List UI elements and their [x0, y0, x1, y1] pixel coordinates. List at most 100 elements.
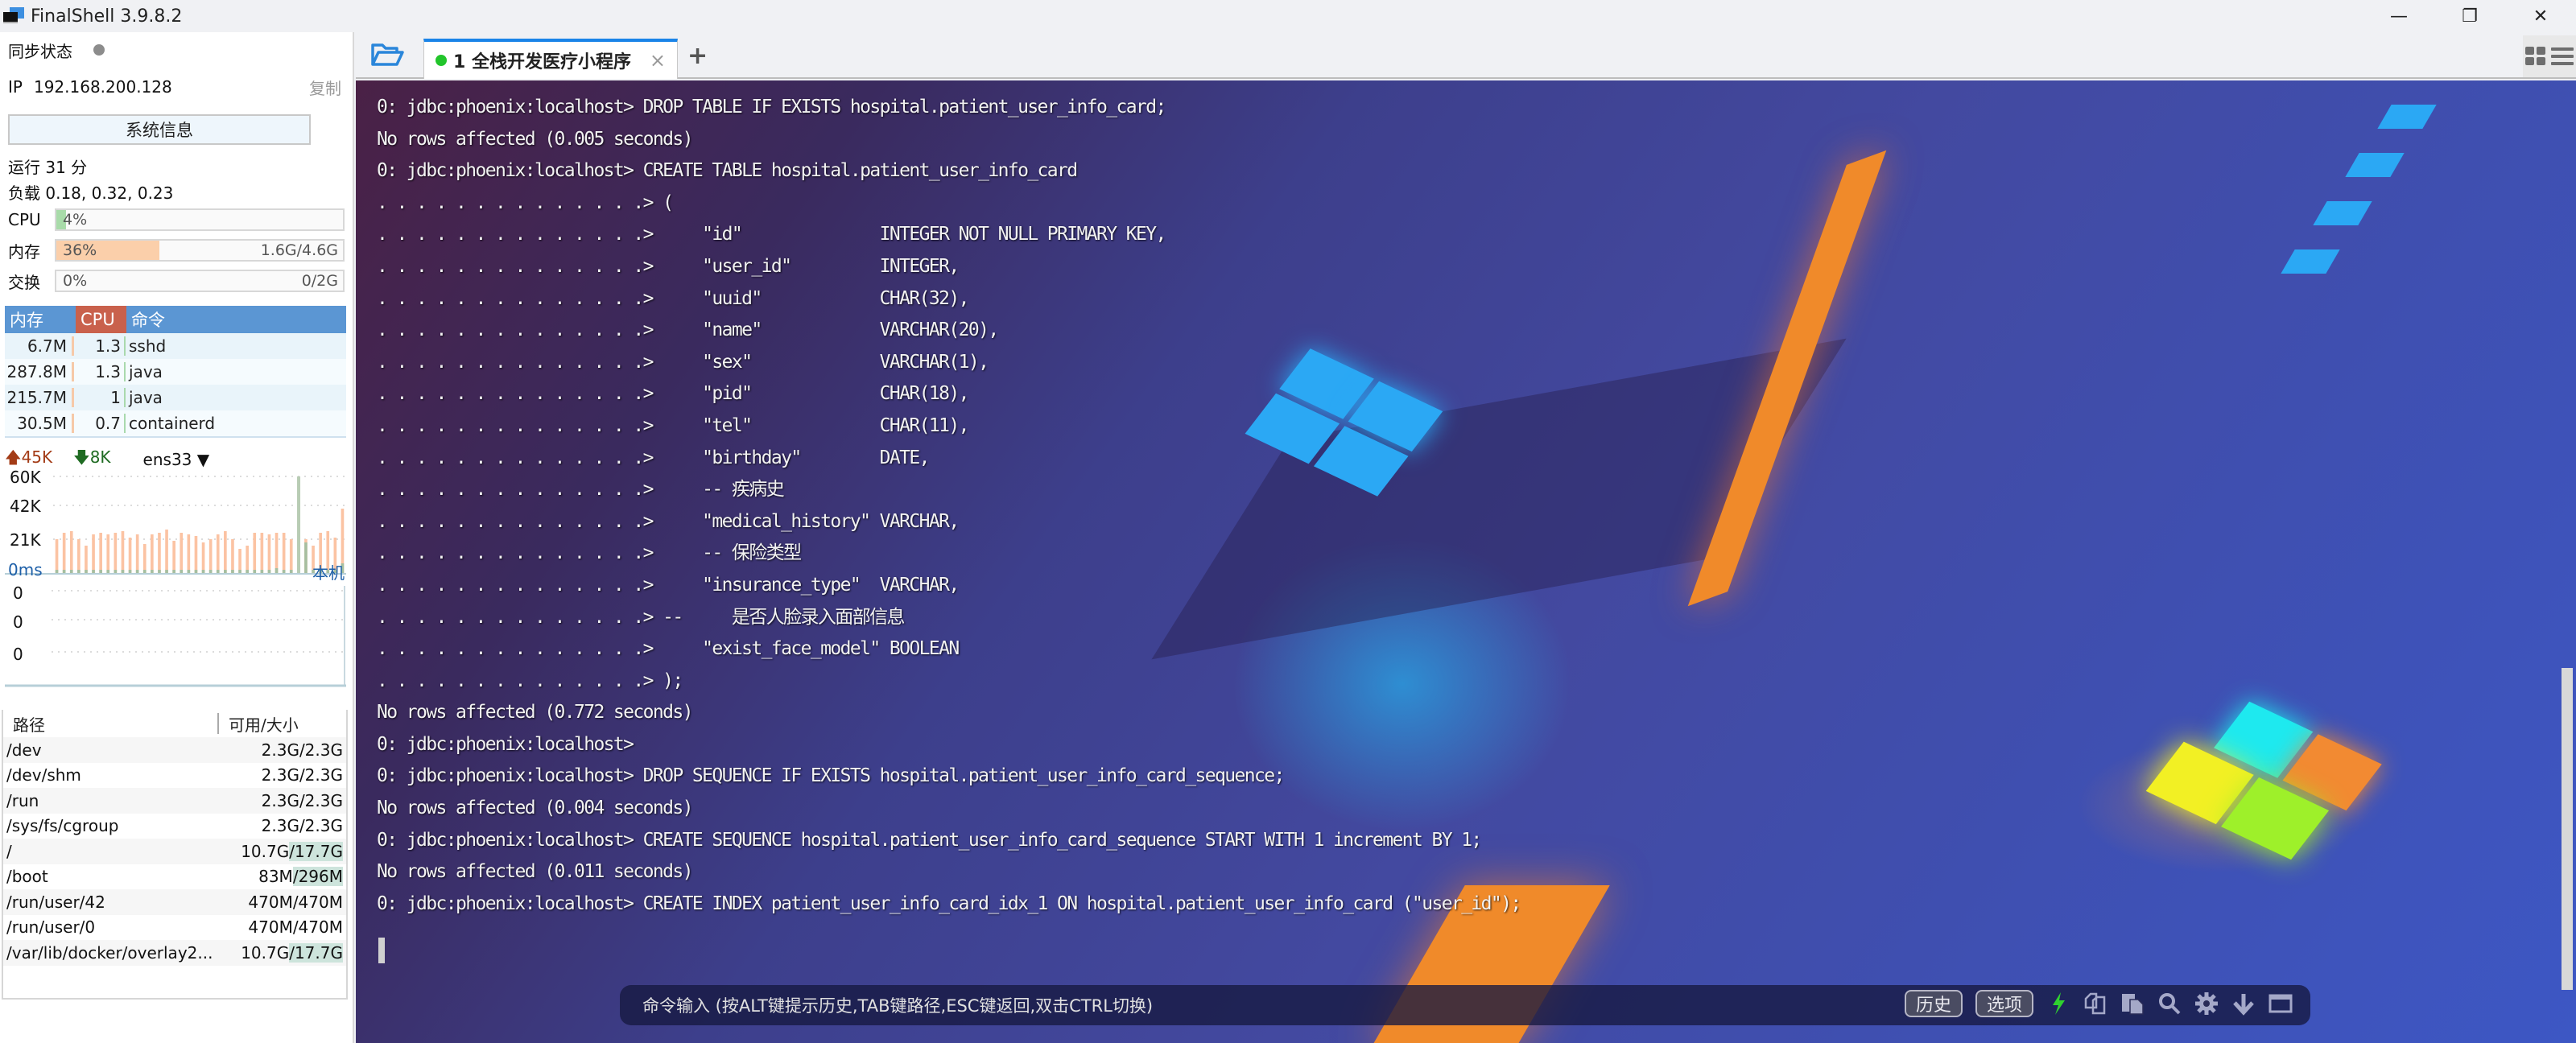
copy-ip-button[interactable]: 复制: [309, 76, 341, 99]
system-info-button[interactable]: 系统信息: [8, 114, 311, 145]
disk-size: 2.3G/2.3G: [261, 765, 343, 785]
tab-label: 1 全栈开发医疗小程序: [453, 52, 631, 72]
disk-size: 470M/470M: [248, 917, 343, 938]
download-arrow-icon[interactable]: [2231, 991, 2256, 1016]
disk-header-path[interactable]: 路径: [3, 713, 219, 735]
list-view-icon[interactable]: [2551, 47, 2574, 66]
history-button[interactable]: 历史: [1904, 990, 1963, 1017]
terminal-output: 0: jdbc:phoenix:localhost> DROP TABLE IF…: [377, 92, 1521, 920]
disk-table: 路径 可用/大小 /dev 2.3G/2.3G/dev/shm 2.3G/2.3G /…: [2, 710, 348, 1000]
ping-latency: 0ms: [8, 560, 43, 579]
copy-icon[interactable]: [2083, 991, 2107, 1016]
finalshell-app-icon: [3, 7, 24, 25]
wallpaper-windows-logo-color: [2138, 690, 2389, 880]
memory-meter-percent: 36%: [63, 241, 97, 259]
disk-row[interactable]: /sys/fs/cgroup 2.3G/2.3G: [3, 814, 346, 839]
process-header-command[interactable]: 命令: [126, 307, 165, 332]
disk-row[interactable]: /boot 83M/296M: [3, 864, 346, 890]
add-tab-button[interactable]: +: [687, 42, 708, 70]
process-cpu: 0.7: [74, 414, 126, 433]
disk-row[interactable]: /dev 2.3G/2.3G: [3, 737, 346, 763]
terminal-line: . . . . . . . . . . . . . .> "name" VARC…: [377, 319, 999, 341]
disk-row[interactable]: /run/user/42 470M/470M: [3, 889, 346, 915]
terminal-line: . . . . . . . . . . . . . .> "medical_hi…: [377, 510, 960, 532]
process-table: 内存 CPU 命令 6.7M 1.3 sshd 287.8M 1.3 java 215.7M…: [5, 306, 346, 438]
process-cpu: 1.3: [74, 336, 126, 356]
terminal-line: . . . . . . . . . . . . . .> "pid" CHAR(…: [377, 383, 969, 405]
y-tick-label: 0: [13, 645, 23, 664]
terminal-line: . . . . . . . . . . . . . .> "exist_face…: [377, 638, 960, 660]
sidebar: 同步状态 IP 192.168.200.128 复制 系统信息 运行 31 分 …: [0, 32, 354, 1043]
paste-icon[interactable]: [2120, 991, 2145, 1016]
download-peak-marker: [297, 476, 301, 573]
disk-size: 10.7G/17.7G: [241, 942, 343, 963]
disk-path: /run/user/42: [6, 892, 105, 912]
wallpaper-tile: [2345, 153, 2405, 177]
lightning-icon[interactable]: [2046, 991, 2070, 1016]
wallpaper-tile: [2313, 201, 2372, 225]
network-header: 🡅45K 🡇8K ens33 ▼: [5, 446, 209, 473]
process-row[interactable]: 30.5M 0.7 containerd: [5, 410, 346, 436]
tab-session-1[interactable]: 1 全栈开发医疗小程序 ×: [423, 39, 678, 79]
terminal-line: No rows affected (0.005 seconds): [377, 128, 694, 150]
ping-header: 0ms 本机: [8, 560, 345, 583]
disk-row[interactable]: /run 2.3G/2.3G: [3, 788, 346, 814]
ip-row: IP 192.168.200.128 复制: [8, 76, 345, 98]
memory-meter: 内存 36% 1.6G/4.6G: [8, 238, 345, 262]
process-header-memory[interactable]: 内存: [5, 307, 76, 332]
terminal-line: 0: jdbc:phoenix:localhost> DROP TABLE IF…: [377, 97, 1166, 117]
disk-row[interactable]: /dev/shm 2.3G/2.3G: [3, 763, 346, 789]
sync-status: 同步状态: [8, 39, 345, 61]
search-icon[interactable]: [2157, 991, 2182, 1016]
memory-meter-amount: 1.6G/4.6G: [260, 241, 338, 259]
y-tick-label: 42K: [10, 497, 41, 516]
terminal-line: 0: jdbc:phoenix:localhost>: [377, 733, 634, 755]
disk-path: /run: [6, 790, 39, 810]
terminal-line: . . . . . . . . . . . . . .> -- 是否人脸录入面部…: [377, 606, 906, 628]
grid-view-icon[interactable]: [2525, 47, 2546, 66]
disk-row[interactable]: /run/user/0 470M/470M: [3, 915, 346, 941]
wallpaper-tile: [2281, 249, 2340, 274]
disk-size: 2.3G/2.3G: [261, 740, 343, 760]
process-row[interactable]: 215.7M 1 java: [5, 385, 346, 410]
window-icon[interactable]: [2268, 991, 2293, 1016]
restore-button[interactable]: ❐: [2434, 0, 2505, 32]
disk-size: 470M/470M: [248, 892, 343, 912]
command-toolbar: 历史 选项: [1904, 990, 2293, 1017]
process-row[interactable]: 287.8M 1.3 java: [5, 359, 346, 385]
disk-path: /dev: [6, 740, 42, 760]
disk-path: /boot: [6, 867, 48, 887]
disk-row[interactable]: /var/lib/docker/overlay2... 10.7G/17.7G: [3, 940, 346, 966]
process-command: sshd: [129, 336, 167, 356]
tab-bar: 1 全栈开发医疗小程序 × +: [356, 32, 2576, 79]
minimize-button[interactable]: —: [2363, 0, 2434, 32]
disk-header-size[interactable]: 可用/大小: [219, 712, 299, 736]
y-tick-label: 21K: [10, 530, 41, 550]
options-button[interactable]: 选项: [1975, 990, 2033, 1017]
terminal-line: . . . . . . . . . . . . . .> "sex" VARCH…: [377, 351, 989, 373]
command-input-bar[interactable]: 命令输入 (按ALT键提示历史,TAB键路径,ESC键返回,双击CTRL切换) …: [620, 985, 2310, 1025]
disk-row[interactable]: / 10.7G/17.7G: [3, 839, 346, 864]
swap-meter-bar: 0% 0/2G: [55, 270, 345, 292]
process-command: java: [129, 388, 163, 407]
terminal-scrollbar[interactable]: [2562, 668, 2573, 990]
process-header-cpu[interactable]: CPU: [76, 306, 126, 333]
y-tick-label: 0: [13, 584, 23, 603]
terminal[interactable]: 0: jdbc:phoenix:localhost> DROP TABLE IF…: [356, 80, 2576, 1043]
ping-target[interactable]: 本机: [312, 560, 345, 583]
close-button[interactable]: ✕: [2505, 0, 2576, 32]
tab-close-icon[interactable]: ×: [650, 49, 666, 72]
swap-meter: 交换 0% 0/2G: [8, 269, 345, 293]
terminal-line: . . . . . . . . . . . . . .> (: [377, 192, 674, 213]
terminal-line: 0: jdbc:phoenix:localhost> CREATE TABLE …: [377, 160, 1078, 182]
process-row[interactable]: 6.7M 1.3 sshd: [5, 333, 346, 359]
network-interface-select[interactable]: ens33 ▼: [143, 450, 210, 469]
command-input-hint[interactable]: 命令输入 (按ALT键提示历史,TAB键路径,ESC键返回,双击CTRL切换): [642, 993, 1153, 1017]
gear-icon[interactable]: [2194, 991, 2219, 1016]
cpu-meter: CPU 4%: [8, 208, 345, 232]
disk-path: /: [6, 841, 12, 861]
ip-value: 192.168.200.128: [33, 77, 172, 97]
upload-rate: 🡅45K: [5, 446, 52, 473]
folder-icon[interactable]: [370, 42, 404, 68]
terminal-cursor: [378, 938, 385, 963]
